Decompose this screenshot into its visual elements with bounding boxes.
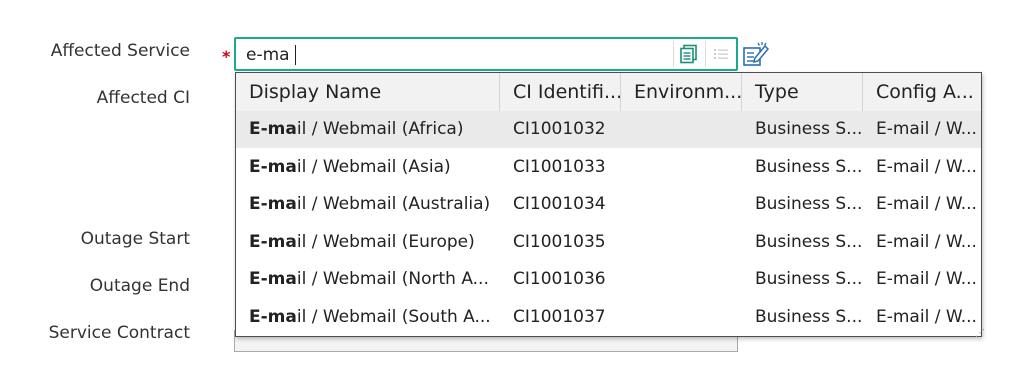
config-area-cell: E-mail / W... xyxy=(876,269,977,289)
display-name-rest: il / Webmail (Asia) xyxy=(296,156,451,177)
dropdown-row[interactable]: E-mail / Webmail (Australia) CI1001034 Bus… xyxy=(236,186,981,223)
config-area-cell: E-mail / W... xyxy=(876,156,977,177)
ci-identifier-cell: CI1001037 xyxy=(513,306,606,327)
type-cell: Business S... xyxy=(755,156,863,177)
service-contract-label: Service Contract xyxy=(48,323,190,343)
matched-text: E-ma xyxy=(249,269,297,289)
display-name-cell: E-mail / Webmail (Europe) xyxy=(236,224,500,261)
dropdown-row[interactable]: E-mail / Webmail (Africa) CI1001032 Busine… xyxy=(236,111,981,148)
matched-text: E-ma xyxy=(249,119,297,139)
matched-text: E-ma xyxy=(249,306,297,327)
display-name-rest: il / Webmail (Africa) xyxy=(296,119,464,139)
type-cell: Business S... xyxy=(755,194,863,214)
display-name-rest: il / Webmail (Europe) xyxy=(296,231,475,252)
outage-start-label: Outage Start xyxy=(80,229,190,249)
lookup-list-icon[interactable] xyxy=(676,42,702,66)
ci-identifier-cell: CI1001036 xyxy=(513,269,606,289)
config-area-cell: E-mail / W... xyxy=(876,194,977,214)
environment-cell xyxy=(621,261,742,298)
type-cell: Business S... xyxy=(755,269,863,289)
display-name-cell: E-mail / Webmail (Australia) xyxy=(236,186,500,223)
column-header-environment[interactable]: Environm... xyxy=(621,73,742,111)
config-area-cell: E-mail / W... xyxy=(876,306,977,327)
type-cell: Business S... xyxy=(755,306,863,327)
list-icon[interactable] xyxy=(708,42,734,66)
config-area-cell: E-mail / W... xyxy=(876,119,977,139)
matched-text: E-ma xyxy=(249,156,297,177)
config-area-cell: E-mail / W... xyxy=(876,231,977,252)
matched-text: E-ma xyxy=(249,194,297,214)
display-name-cell: E-mail / Webmail (Asia) xyxy=(236,149,500,186)
environment-cell xyxy=(621,299,742,336)
display-name-cell: E-mail / Webmail (Africa) xyxy=(236,111,500,148)
dropdown-row[interactable]: E-mail / Webmail (Asia) CI1001033 Business… xyxy=(236,149,981,186)
ci-identifier-cell: CI1001034 xyxy=(513,194,606,214)
display-name-cell: E-mail / Webmail (South A... xyxy=(236,299,500,336)
column-header-display-name[interactable]: Display Name xyxy=(236,73,500,111)
ci-identifier-cell: CI1001035 xyxy=(513,231,606,252)
environment-cell xyxy=(621,149,742,186)
resize-grip-icon[interactable]: ⋰ xyxy=(975,328,985,339)
edit-record-icon[interactable] xyxy=(742,40,770,68)
outage-end-label: Outage End xyxy=(89,276,190,296)
column-header-ci-identifier[interactable]: CI Identifi... xyxy=(500,73,621,111)
dropdown-row[interactable]: E-mail / Webmail (North A... CI1001036 Bus… xyxy=(236,261,981,298)
text-caret xyxy=(295,45,296,65)
dropdown-row[interactable]: E-mail / Webmail (South A... CI1001037 Bus… xyxy=(236,299,981,336)
ci-identifier-cell: CI1001032 xyxy=(513,119,606,139)
affected-ci-label: Affected CI xyxy=(96,88,190,108)
environment-cell xyxy=(621,186,742,223)
dropdown-header: Display Name CI Identifi... Environm... … xyxy=(236,73,981,112)
display-name-rest: il / Webmail (North A... xyxy=(296,269,489,289)
matched-text: E-ma xyxy=(249,231,297,252)
autocomplete-dropdown: Display Name CI Identifi... Environm... … xyxy=(235,72,982,337)
environment-cell xyxy=(621,224,742,261)
field-separator xyxy=(673,41,674,67)
display-name-rest: il / Webmail (South A... xyxy=(296,306,491,327)
field-separator xyxy=(705,41,706,67)
dropdown-row[interactable]: E-mail / Webmail (Europe) CI1001035 Busine… xyxy=(236,224,981,261)
column-header-config-area[interactable]: Config A... xyxy=(863,73,981,111)
ci-identifier-cell: CI1001033 xyxy=(513,156,606,177)
column-header-type[interactable]: Type xyxy=(742,73,863,111)
display-name-cell: E-mail / Webmail (North A... xyxy=(236,261,500,298)
affected-service-label: Affected Service xyxy=(50,41,190,61)
type-cell: Business S... xyxy=(755,231,863,252)
display-name-rest: il / Webmail (Australia) xyxy=(296,194,491,214)
affected-service-field[interactable] xyxy=(234,37,738,71)
required-marker: * xyxy=(222,47,231,66)
environment-cell xyxy=(621,111,742,148)
type-cell: Business S... xyxy=(755,119,863,139)
affected-service-input[interactable] xyxy=(246,45,666,65)
